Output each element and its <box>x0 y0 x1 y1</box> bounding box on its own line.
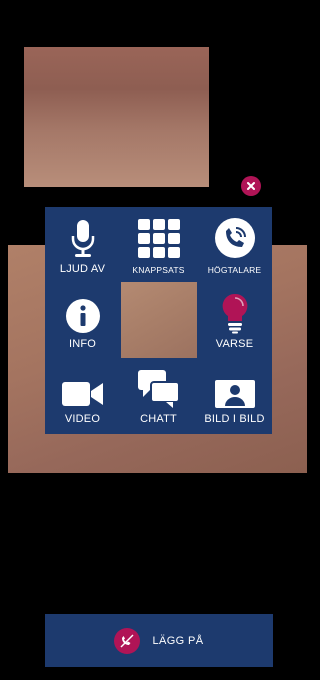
keypad-label: KNAPPSATS <box>132 265 185 275</box>
info-icon <box>65 299 100 333</box>
speaker-label: HÖGTALARE <box>207 265 262 275</box>
keypad-button[interactable]: KNAPPSATS <box>121 209 196 284</box>
microphone-icon <box>71 220 94 257</box>
center-video-preview <box>121 282 197 358</box>
mute-label: LJUD AV <box>59 263 106 275</box>
video-camera-icon <box>61 382 103 406</box>
info-button[interactable]: INFO <box>45 284 120 359</box>
video-label: VIDEO <box>64 413 101 425</box>
chat-label: CHATT <box>140 413 177 425</box>
pip-button[interactable]: BILD I BILD <box>197 359 272 434</box>
close-button[interactable] <box>241 176 261 196</box>
pip-label: BILD I BILD <box>204 413 265 425</box>
video-button[interactable]: VIDEO <box>45 359 120 434</box>
self-video-preview[interactable] <box>24 47 209 187</box>
hangup-icon-circle <box>114 627 141 654</box>
alert-button[interactable]: VARSE <box>197 284 272 359</box>
chat-bubbles-icon <box>137 370 180 408</box>
alert-label: VARSE <box>215 338 254 350</box>
mute-button[interactable]: LJUD AV <box>45 209 120 284</box>
hangup-button[interactable]: LÄGG PÅ <box>45 614 273 667</box>
person-frame-icon <box>214 380 255 408</box>
speaker-button[interactable]: HÖGTALARE <box>197 209 272 284</box>
keypad-grid-icon <box>137 219 180 258</box>
chat-button[interactable]: CHATT <box>121 359 196 434</box>
lightbulb-icon <box>222 293 247 334</box>
speaker-phone-icon <box>214 218 255 258</box>
phone-hangup-icon <box>120 634 134 647</box>
close-icon <box>247 182 255 190</box>
hangup-label: LÄGG PÅ <box>152 634 204 647</box>
info-label: INFO <box>68 338 97 350</box>
